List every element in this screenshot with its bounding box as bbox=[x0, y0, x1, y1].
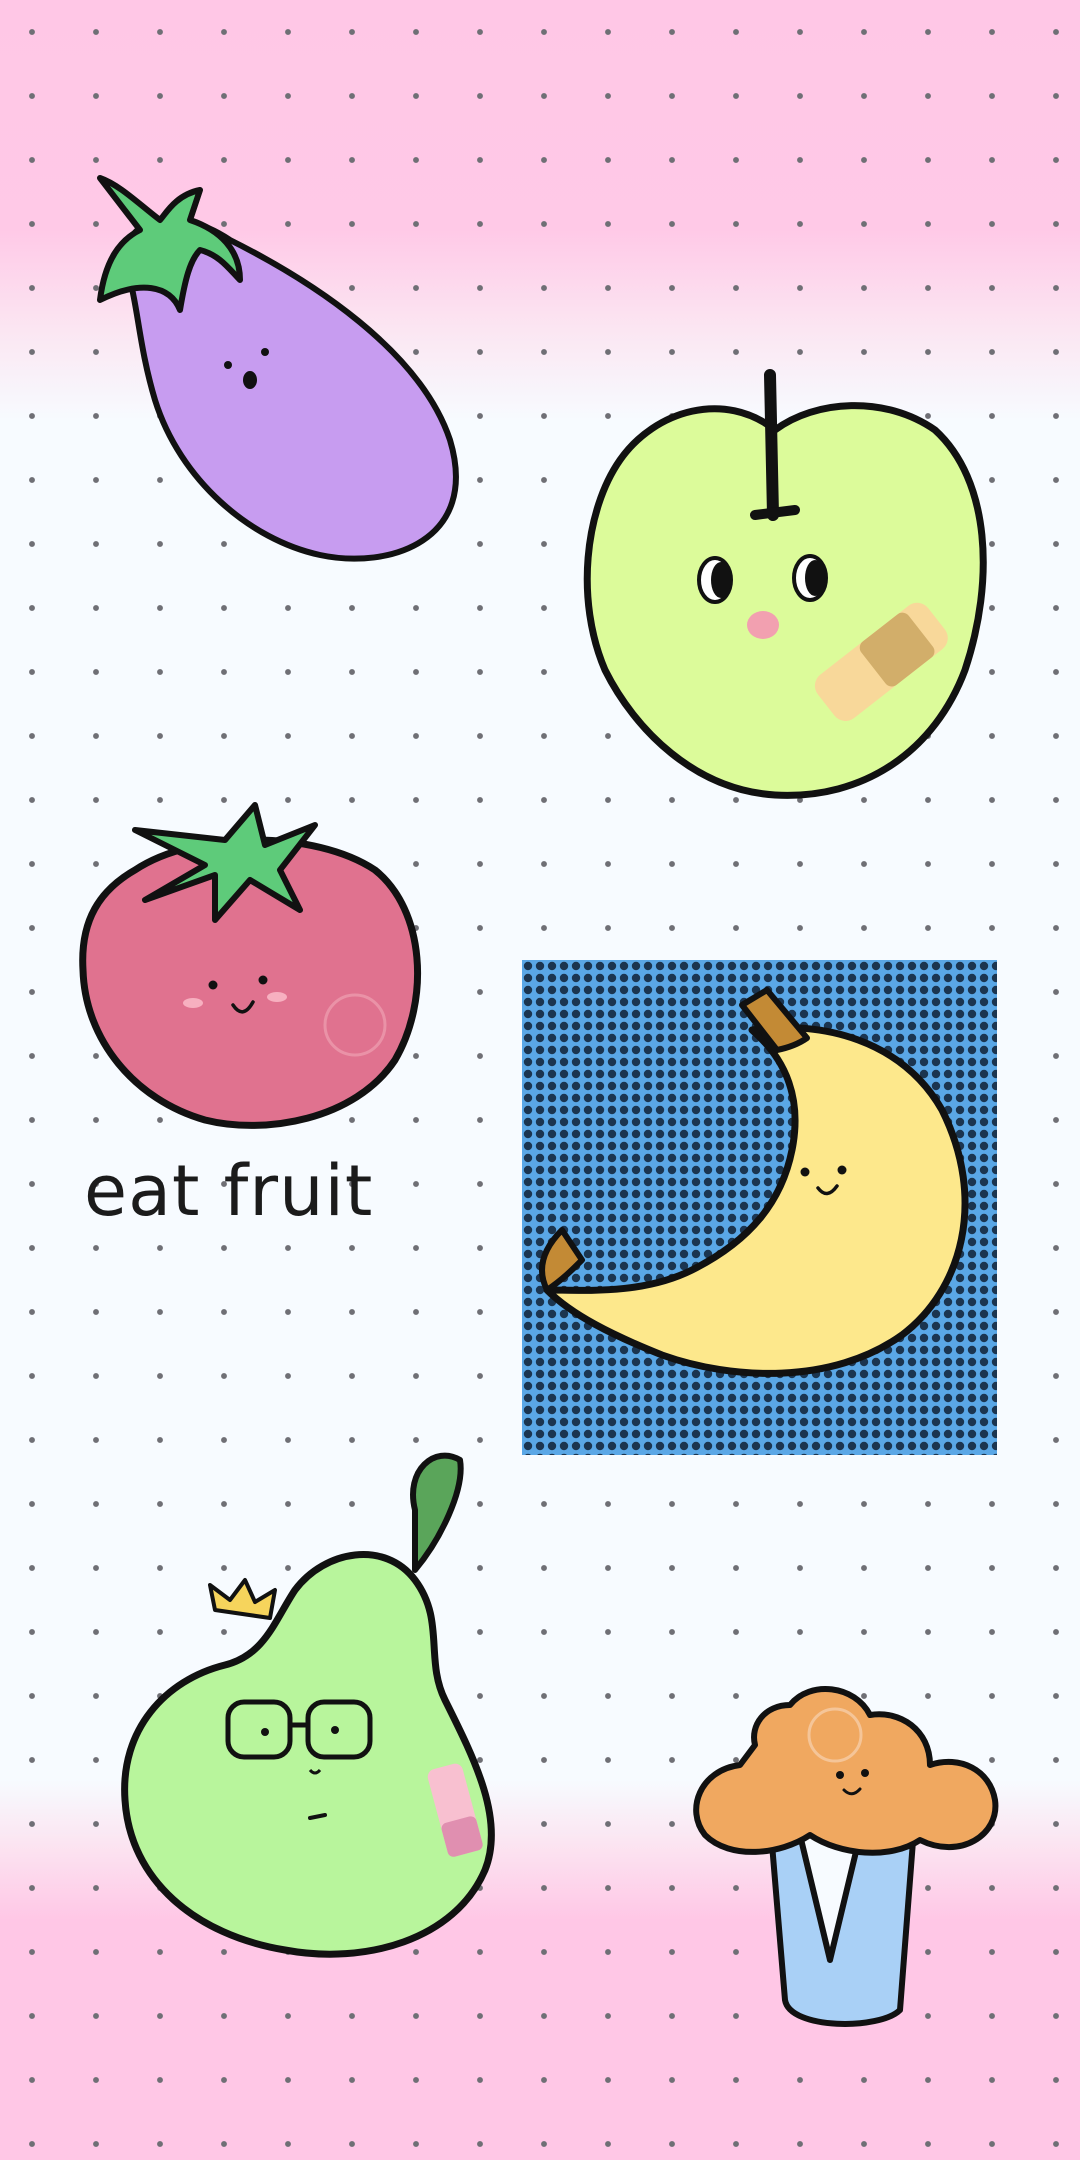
banana-panel bbox=[522, 960, 1002, 1460]
tomato-sticker bbox=[75, 800, 435, 1140]
apple-sticker bbox=[575, 369, 995, 810]
broccoli-sticker bbox=[680, 1670, 1010, 2030]
eggplant-sticker bbox=[80, 160, 480, 580]
eat-fruit-caption: eat fruit bbox=[84, 1150, 374, 1232]
pear-sticker bbox=[115, 1440, 535, 1960]
